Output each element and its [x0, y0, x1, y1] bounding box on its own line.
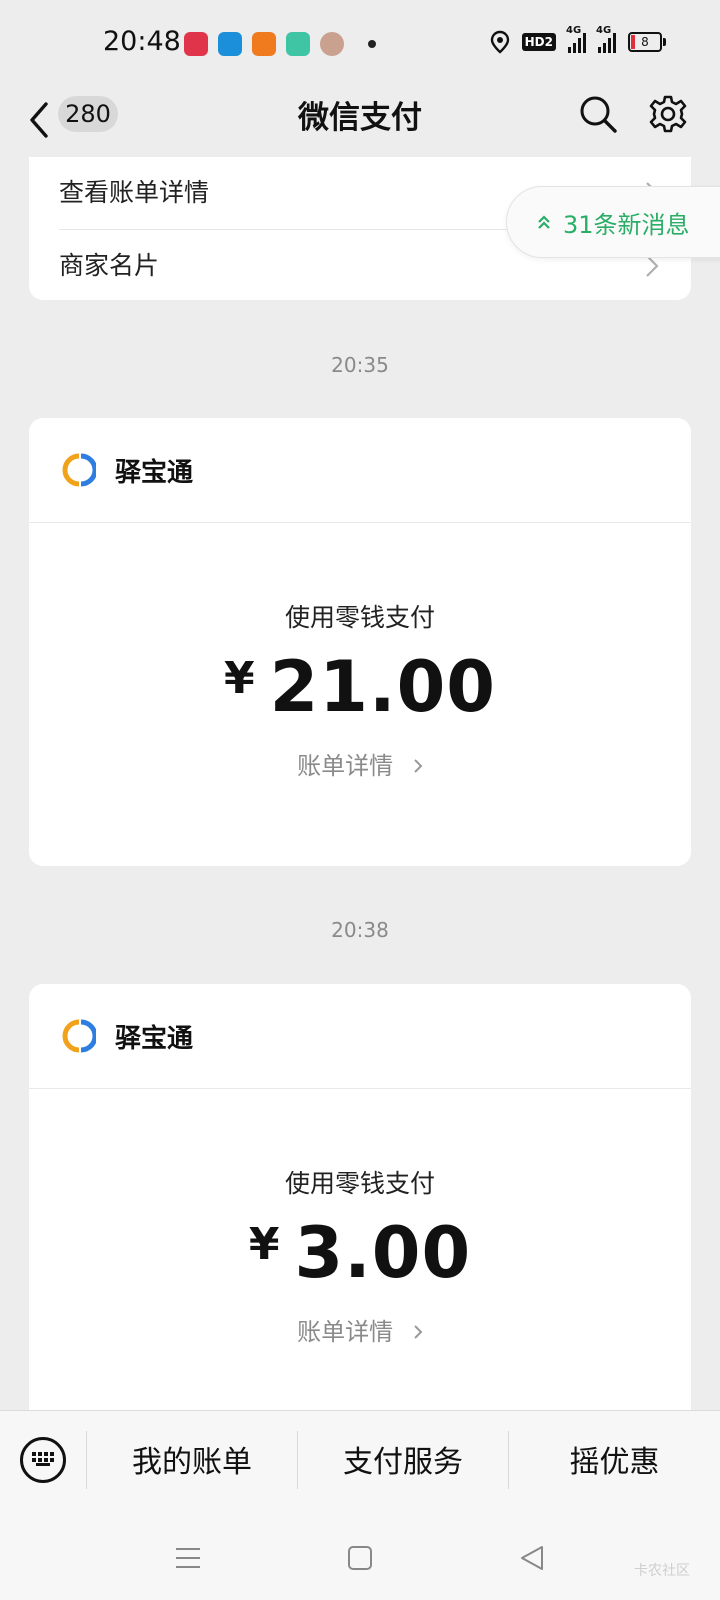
signal-icon: 4G — [566, 25, 586, 53]
back-triangle-icon[interactable] — [518, 1544, 546, 1572]
watermark-text: 卡农社区 — [634, 1563, 690, 1579]
keyboard-icon — [32, 1452, 54, 1466]
card-header: 驿宝通 — [29, 984, 691, 1089]
battery-icon: 8 — [628, 32, 666, 52]
payment-method: 使用零钱支付 — [284, 1169, 435, 1198]
menu-my-bills[interactable]: 我的账单 — [87, 1411, 297, 1515]
hd-voice-icon: HD2 — [521, 33, 556, 51]
bill-details-label: 账单详情 — [297, 752, 394, 780]
app-icon — [184, 32, 208, 56]
new-messages-pill[interactable]: 31条新消息 — [506, 186, 720, 258]
bottom-menu-bar: 我的账单 支付服务 摇优惠 — [0, 1410, 720, 1515]
row-label: 商家名片 — [59, 251, 160, 280]
amount-value: 21.00 — [269, 646, 497, 728]
card-header: 驿宝通 — [29, 418, 691, 523]
bill-details-label: 账单详情 — [297, 1318, 394, 1346]
signal-icon: 4G — [596, 25, 616, 53]
message-timestamp: 20:38 — [331, 918, 389, 942]
menu-shake-offers[interactable]: 摇优惠 — [509, 1411, 720, 1515]
keyboard-toggle-button[interactable] — [20, 1437, 66, 1483]
app-icon — [218, 32, 242, 56]
payment-amount: ¥3.00 — [29, 1212, 691, 1294]
merchant-name: 驿宝通 — [115, 1024, 194, 1054]
search-icon[interactable] — [578, 94, 618, 134]
new-messages-label: 31条新消息 — [563, 210, 690, 239]
merchant-name: 驿宝通 — [115, 458, 194, 488]
status-time: 20:48 — [103, 26, 181, 57]
amount-value: 3.00 — [294, 1212, 472, 1294]
payment-method: 使用零钱支付 — [284, 603, 435, 632]
status-bar: 20:48 HD2 4G 4G 8 — [0, 0, 720, 88]
settings-gear-icon[interactable] — [648, 94, 688, 134]
app-icon — [252, 32, 276, 56]
merchant-logo-icon — [62, 1019, 96, 1053]
app-icon — [286, 32, 310, 56]
nav-bar: 280 微信支付 — [0, 88, 720, 156]
bill-details-link[interactable]: 账单详情 — [29, 746, 691, 781]
system-navigation-bar — [0, 1514, 720, 1600]
payment-amount: ¥21.00 — [29, 646, 691, 728]
currency-symbol: ¥ — [223, 653, 256, 704]
location-icon — [490, 30, 509, 54]
payment-notification-card[interactable]: 驿宝通 使用零钱支付 ¥21.00 账单详情 — [29, 418, 691, 866]
more-notifications-dot — [368, 40, 376, 48]
chevron-right-icon — [414, 759, 423, 773]
chevron-right-icon — [414, 1325, 423, 1339]
message-timestamp: 20:35 — [331, 353, 389, 377]
app-icon — [320, 32, 344, 56]
merchant-logo-icon — [62, 453, 96, 487]
bill-details-link[interactable]: 账单详情 — [29, 1312, 691, 1347]
recent-apps-icon[interactable] — [174, 1544, 202, 1572]
notification-app-icons — [184, 32, 344, 56]
home-icon[interactable] — [346, 1544, 374, 1572]
double-chevron-up-icon — [538, 215, 550, 229]
currency-symbol: ¥ — [248, 1219, 281, 1270]
payment-notification-card[interactable]: 驿宝通 使用零钱支付 ¥3.00 账单详情 — [29, 984, 691, 1424]
row-label: 查看账单详情 — [59, 178, 210, 207]
status-indicators: HD2 4G 4G 8 — [490, 25, 666, 54]
menu-payment-services[interactable]: 支付服务 — [298, 1411, 508, 1515]
